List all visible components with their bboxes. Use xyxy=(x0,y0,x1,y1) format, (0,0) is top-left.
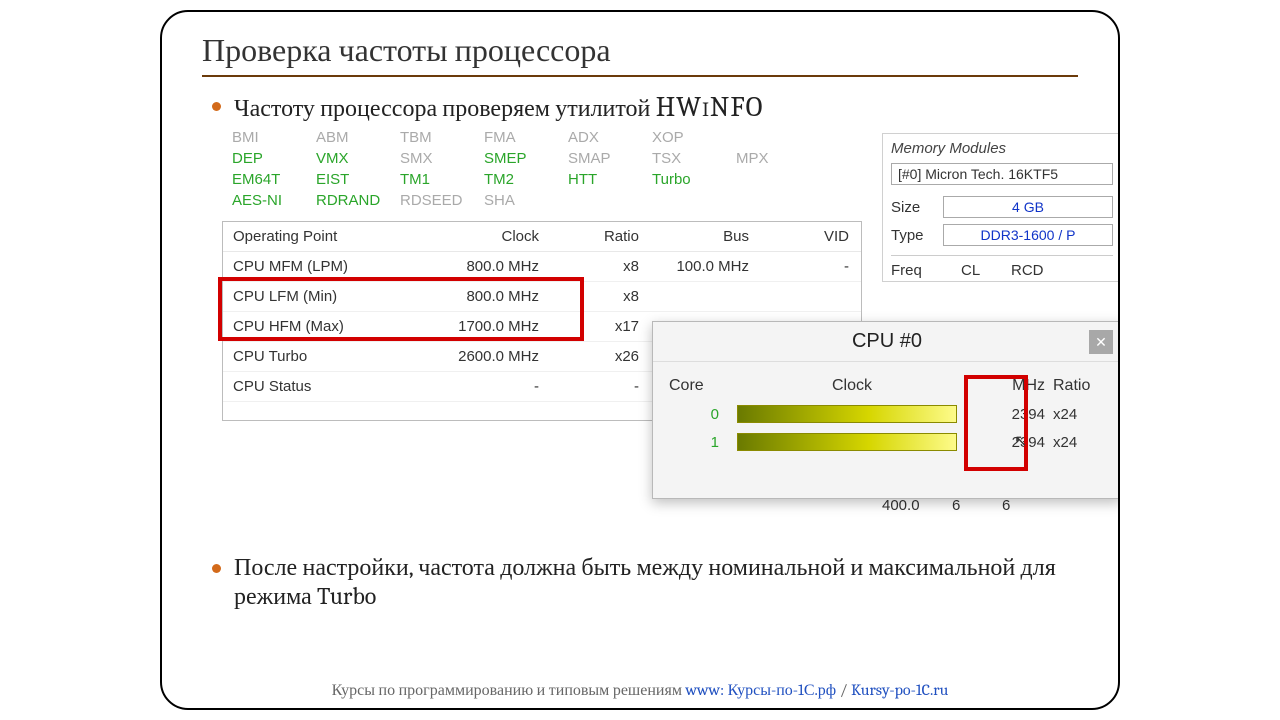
feature-SMEP: SMEP xyxy=(484,150,568,167)
feature-AES-NI: AES-NI xyxy=(232,192,316,209)
mem-size-label: Size xyxy=(891,199,943,216)
cpu-popup-header: Core Clock MHz Ratio xyxy=(653,372,1120,400)
hwinfo-screenshot: BMIABMTBMFMAADXXOP DEPVMXSMXSMEPSMAPTSXMP… xyxy=(162,129,1120,539)
feature-SMAP: SMAP xyxy=(568,150,652,167)
memory-modules-panel: Memory Modules [#0] Micron Tech. 16KTF5 … xyxy=(882,133,1120,282)
footer-link-1[interactable]: Курсы-по-1С.рф xyxy=(728,681,837,699)
memory-title: Memory Modules xyxy=(891,140,1113,157)
cpu-core-row: 12394x24 xyxy=(653,428,1120,456)
footer-link-2[interactable]: Kursy-po-1C.ru xyxy=(851,681,948,699)
bullet-1: Частоту процессора проверяем утилитой HW… xyxy=(234,91,1078,123)
feature-empty xyxy=(652,192,736,209)
feature-XOP: XOP xyxy=(652,129,736,146)
feature-ABM: ABM xyxy=(316,129,400,146)
feature-TM1: TM1 xyxy=(400,171,484,188)
cpu-core-row: 02394x24 xyxy=(653,400,1120,428)
memory-module-select[interactable]: [#0] Micron Tech. 16KTF5 xyxy=(891,163,1113,185)
feature-EM64T: EM64T xyxy=(232,171,316,188)
op-col-ratio: Ratio xyxy=(553,228,653,245)
feature-empty xyxy=(736,192,820,209)
mem-timing-row: 400.0 6 6 xyxy=(882,497,1120,514)
close-icon: ✕ xyxy=(1095,334,1107,351)
feature-TM2: TM2 xyxy=(484,171,568,188)
feature-TBM: TBM xyxy=(400,129,484,146)
bullet-2: После настройки, частота должна быть меж… xyxy=(234,553,1078,611)
feature-Turbo: Turbo xyxy=(652,171,736,188)
feature-RDSEED: RDSEED xyxy=(400,192,484,209)
slide-title: Проверка частоты процессора xyxy=(202,32,1078,77)
clock-bar xyxy=(737,405,957,423)
mem-type-label: Type xyxy=(891,227,943,244)
op-col-name: Operating Point xyxy=(233,228,433,245)
feature-BMI: BMI xyxy=(232,129,316,146)
slide: Проверка частоты процессора Частоту проц… xyxy=(160,10,1120,710)
feature-empty xyxy=(736,171,820,188)
feature-RDRAND: RDRAND xyxy=(316,192,400,209)
feature-empty xyxy=(736,129,820,146)
mem-type-value: DDR3-1600 / P xyxy=(943,224,1113,246)
cpu-clock-popup: CPU #0 ✕ Core Clock MHz Ratio 02394x2412… xyxy=(652,321,1120,499)
close-button[interactable]: ✕ xyxy=(1089,330,1113,354)
mem-size-value: 4 GB xyxy=(943,196,1113,218)
mem-timing-header: Freq CL RCD xyxy=(891,255,1113,279)
feature-TSX: TSX xyxy=(652,150,736,167)
bullet-1-text: Частоту процессора проверяем утилитой xyxy=(234,94,656,122)
cpu-popup-title: CPU #0 ✕ xyxy=(653,322,1120,362)
feature-DEP: DEP xyxy=(232,150,316,167)
op-row: CPU MFM (LPM)800.0 MHzx8100.0 MHz- xyxy=(223,252,861,282)
op-row: CPU LFM (Min)800.0 MHzx8 xyxy=(223,282,861,312)
feature-FMA: FMA xyxy=(484,129,568,146)
op-col-clock: Clock xyxy=(433,228,553,245)
feature-HTT: HTT xyxy=(568,171,652,188)
op-col-bus: Bus xyxy=(653,228,763,245)
feature-SHA: SHA xyxy=(484,192,568,209)
cpu-feature-grid: BMIABMTBMFMAADXXOP DEPVMXSMXSMEPSMAPTSXMP… xyxy=(232,129,820,209)
slide-footer: Курсы по программированию и типовым реше… xyxy=(162,677,1118,700)
clock-bar xyxy=(737,433,957,451)
op-header-row: Operating Point Clock Ratio Bus VID xyxy=(223,222,861,252)
feature-EIST: EIST xyxy=(316,171,400,188)
hwinfo-label: HWiNFO xyxy=(656,91,764,123)
feature-MPX: MPX xyxy=(736,150,820,167)
feature-ADX: ADX xyxy=(568,129,652,146)
feature-SMX: SMX xyxy=(400,150,484,167)
feature-empty xyxy=(568,192,652,209)
feature-VMX: VMX xyxy=(316,150,400,167)
op-col-vid: VID xyxy=(763,228,863,245)
